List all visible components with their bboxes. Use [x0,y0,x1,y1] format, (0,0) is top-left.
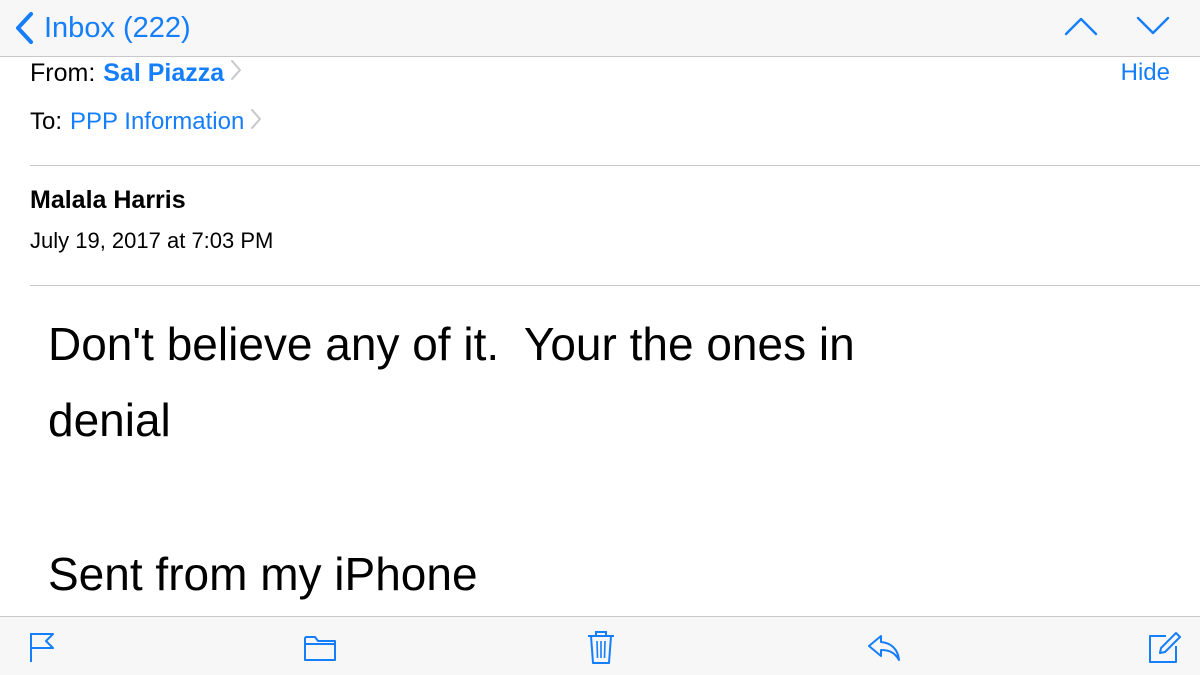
sender-name-link[interactable]: Sal Piazza [103,59,224,88]
bottom-toolbar [0,616,1200,675]
chevron-left-icon [14,11,34,45]
recipient-link[interactable]: PPP Information [70,108,244,136]
folder-icon[interactable] [302,629,338,665]
message-signature: Sent from my iPhone [48,548,478,600]
from-label: From: [30,58,96,87]
message-navigation [1064,12,1170,44]
chevron-down-icon[interactable] [1136,16,1170,41]
back-to-inbox-button[interactable]: Inbox (222) [14,8,191,48]
chevron-right-icon [250,108,262,137]
mail-message-screen: Inbox (222) From: Sal Piazza Hide To: PP… [0,0,1200,675]
message-body: Don't believe any of it. Your the ones i… [48,318,855,446]
message-date: July 19, 2017 at 7:03 PM [30,228,274,253]
back-button-label: Inbox (222) [44,12,191,44]
compose-icon[interactable] [1146,629,1182,665]
header-divider [30,165,1200,166]
from-row: From: Sal Piazza [30,56,242,90]
navigation-bar: Inbox (222) [0,0,1200,57]
to-row: To: PPP Information [30,104,262,140]
reply-icon[interactable] [866,629,902,665]
flag-icon[interactable] [26,629,62,665]
trash-icon[interactable] [583,629,619,665]
to-label: To: [30,108,63,135]
message-subject: Malala Harris [30,186,186,214]
chevron-up-icon[interactable] [1064,16,1098,41]
subject-divider [30,285,1200,286]
chevron-right-icon [230,59,242,88]
hide-details-link[interactable]: Hide [1121,56,1170,90]
